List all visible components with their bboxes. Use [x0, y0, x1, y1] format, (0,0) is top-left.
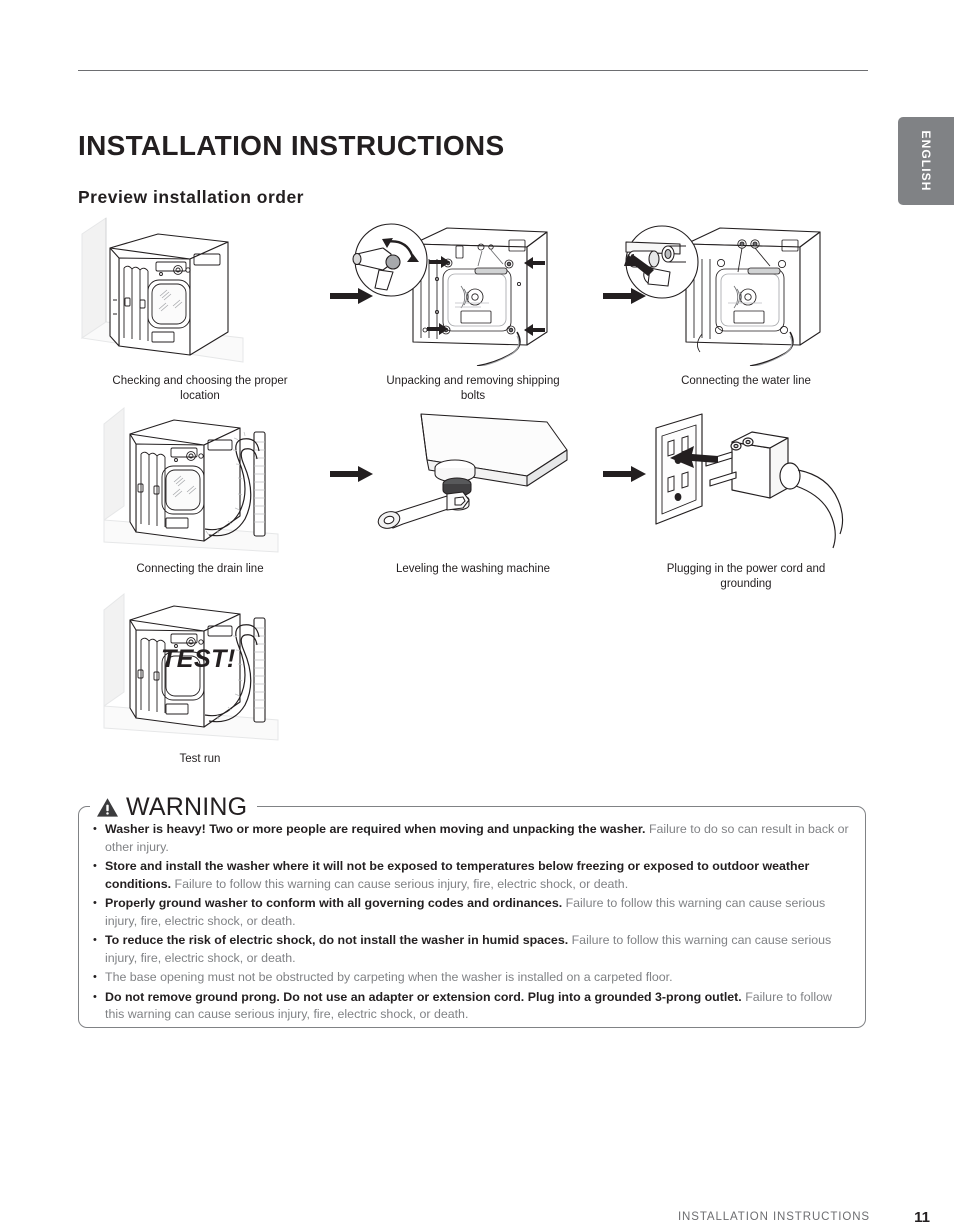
header-title: INSTALLATION INSTRUCTIONS	[677, 1211, 870, 1223]
washer-rear-water-line-illustration	[624, 225, 821, 366]
warning-heading-text: WARNING	[126, 793, 248, 821]
flow-row-3: Test run TEST!	[78, 592, 868, 765]
warning-item-rest: The base opening must not be obstructed …	[105, 970, 673, 985]
flow-step-1-caption: Checking and choosing the proper locatio…	[112, 375, 288, 402]
warning-heading: WARNING	[90, 793, 258, 821]
leveling-foot-wrench-illustration	[377, 413, 568, 529]
flow-step-7: Test run	[78, 592, 322, 767]
wall-outlet-plug-illustration	[655, 413, 844, 549]
warning-item: Washer is heavy! Two or more people are …	[92, 821, 854, 857]
flow-step-5-caption: Leveling the washing machine	[395, 563, 551, 575]
warning-item-rest: Failure to follow this warning can cause…	[171, 876, 629, 891]
flow-step-4: Connecting the drain line	[78, 402, 322, 577]
washer-in-corner-illustration	[80, 217, 244, 363]
warning-item: Properly ground washer to conform with a…	[92, 895, 854, 931]
flow-row-1: Checking and choosing the proper locatio…	[78, 214, 868, 403]
flow-step-3-caption: Connecting the water line	[681, 375, 811, 387]
flow-step-6: Plugging in the power cord and grounding	[624, 402, 868, 591]
flow-step-2: Unpacking and removing shipping bolts	[351, 214, 595, 403]
flow-step-5: Leveling the washing machine	[351, 402, 595, 577]
warning-item: Do not remove ground prong. Do not use a…	[92, 989, 854, 1025]
washer-drain-hose-illustration	[103, 406, 279, 553]
flow-step-2-caption: Unpacking and removing shipping bolts	[386, 375, 560, 402]
flow-row-2: Connecting the drain line Leveling the w…	[78, 402, 868, 590]
warning-item-lead: Properly ground washer to conform with a…	[105, 896, 563, 911]
warning-item-lead: Do not remove ground prong. Do not use a…	[105, 989, 742, 1004]
warning-item: To reduce the risk of electric shock, do…	[92, 932, 854, 968]
flow-step-7-caption: Test run	[179, 753, 221, 765]
flow-step-6-caption: Plugging in the power cord and grounding	[666, 563, 826, 590]
warning-list: Washer is heavy! Two or more people are …	[92, 821, 854, 1026]
warning-item: The base opening must not be obstructed …	[92, 969, 854, 987]
washer-rear-shipping-bolts-illustration	[352, 223, 548, 366]
flow-step-4-caption: Connecting the drain line	[136, 563, 264, 575]
flow-step-3: Connecting the water line	[624, 214, 868, 389]
warning-item: Store and install the washer where it wi…	[92, 858, 854, 894]
section-title: Preview installation order	[78, 186, 304, 207]
language-tab-english: ENGLISH	[898, 117, 954, 205]
language-tab-label: ENGLISH	[919, 130, 933, 192]
page-header	[78, 44, 868, 71]
test-run-overlay-label: TEST!	[161, 645, 236, 673]
installation-flow-diagram: Checking and choosing the proper locatio…	[78, 214, 868, 765]
warning-item-lead: To reduce the risk of electric shock, do…	[105, 933, 569, 948]
page-number: 11	[914, 1209, 930, 1226]
warning-triangle-icon	[97, 797, 118, 817]
warning-item-lead: Washer is heavy! Two or more people are …	[105, 822, 646, 836]
chapter-title: INSTALLATION INSTRUCTIONS	[78, 129, 505, 161]
flow-step-1: Checking and choosing the proper locatio…	[78, 214, 322, 403]
